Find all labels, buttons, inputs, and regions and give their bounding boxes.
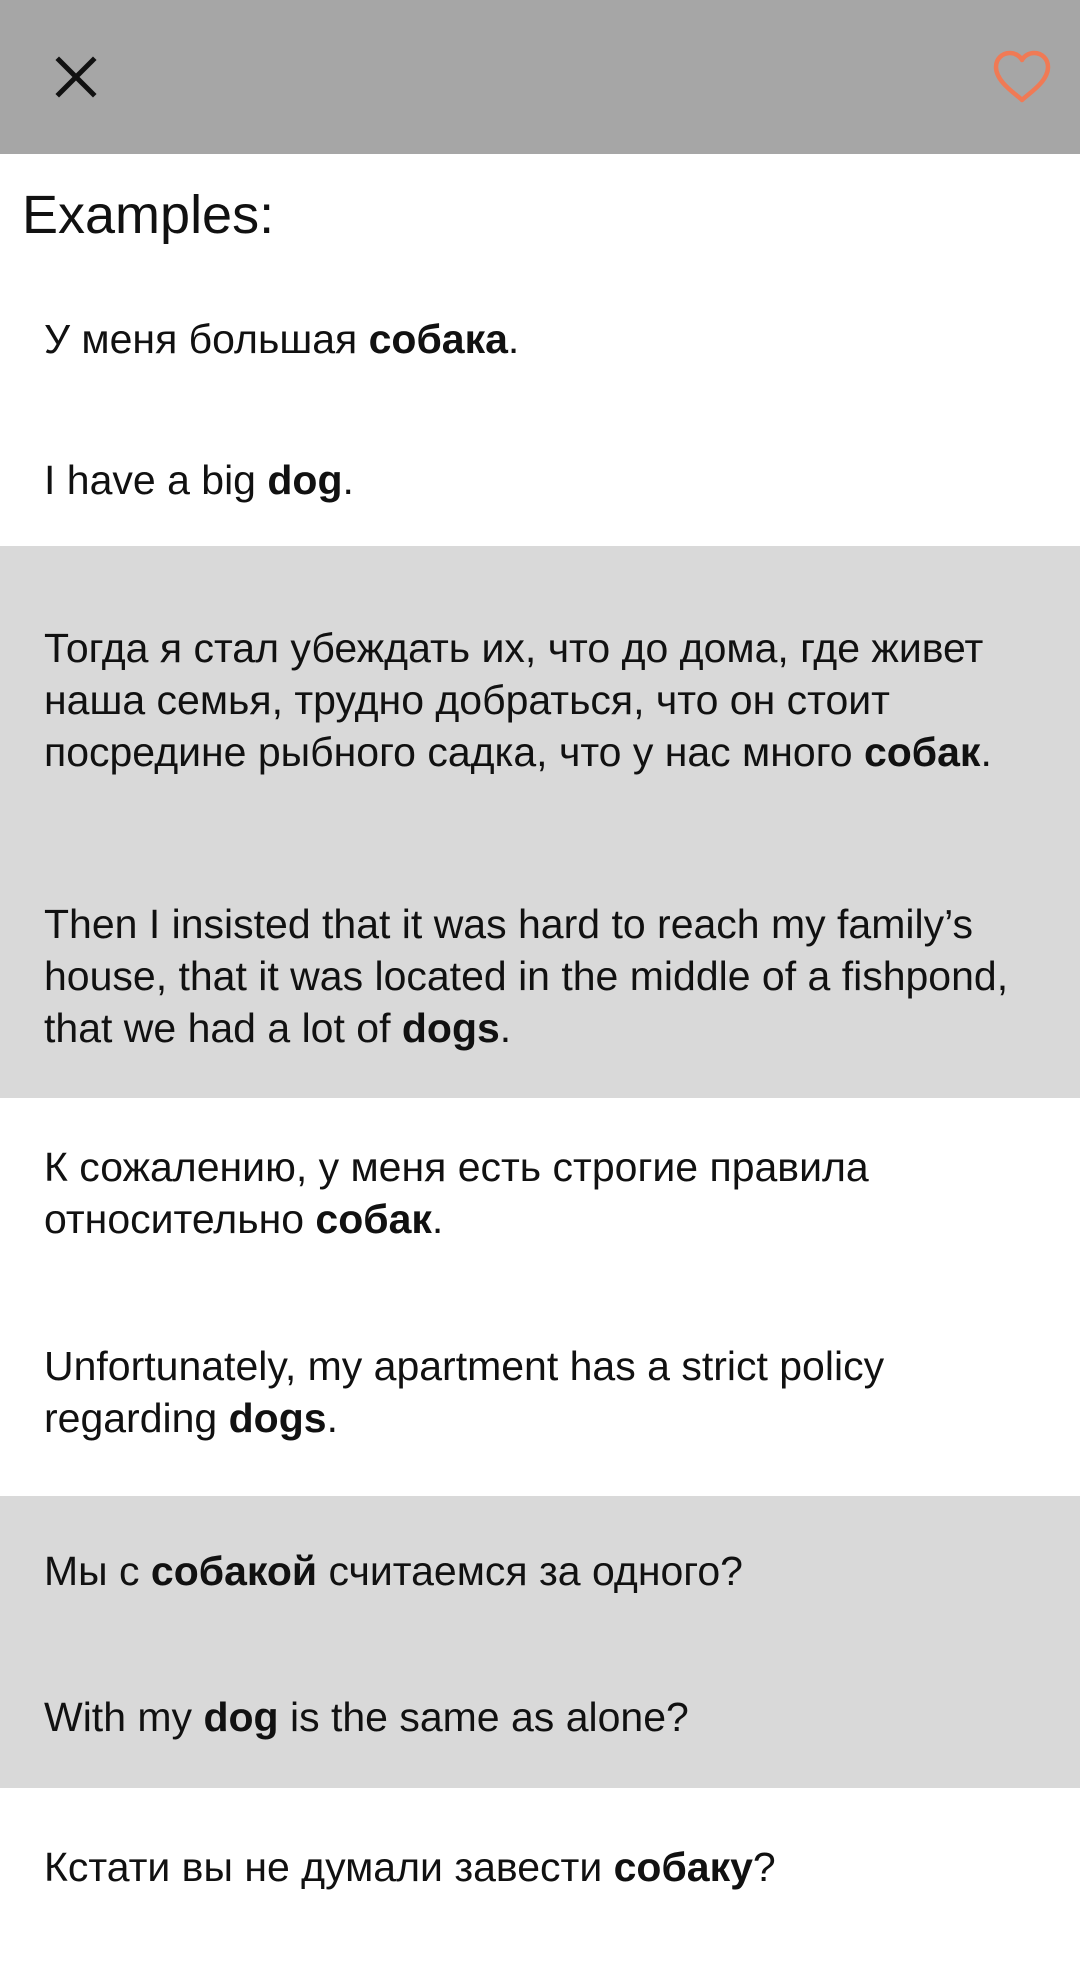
highlighted-word: собакой	[150, 1548, 318, 1594]
sentence-text-post: .	[507, 316, 520, 362]
sentence-text-post: .	[499, 1005, 512, 1051]
examples-heading: Examples:	[22, 185, 275, 245]
sentence-text-post: .	[980, 729, 992, 775]
english-translation[interactable]: Unfortunately, my apartment has a strict…	[0, 1288, 1080, 1496]
sentence-text-post: ?	[752, 1844, 776, 1890]
highlighted-word: dog	[203, 1694, 279, 1740]
highlighted-word: собак	[315, 1196, 432, 1242]
russian-sentence[interactable]: Тогда я стал убеждать их, что до дома, г…	[0, 546, 1080, 854]
favorite-button[interactable]	[974, 29, 1070, 125]
top-app-bar	[0, 0, 1080, 154]
sentence-text-pre: Unfortunately, my apartment has a strict…	[44, 1343, 885, 1441]
highlighted-word: dogs	[401, 1005, 500, 1051]
sentence-text-pre: К сожалению, у меня есть строгие правила…	[44, 1144, 869, 1242]
russian-sentence[interactable]: У меня большая собака.	[0, 264, 1080, 414]
sentence-text: К сожалению, у меня есть строгие правила…	[44, 1141, 1036, 1245]
example-pair: Мы с собакой считаемся за одного? With my…	[0, 1496, 1080, 1788]
sentence-text-post: .	[342, 457, 354, 503]
example-pair: Тогда я стал убеждать их, что до дома, г…	[0, 546, 1080, 1098]
highlighted-word: dog	[267, 457, 343, 503]
highlighted-word: собака	[368, 316, 508, 362]
sentence-text-pre: With my	[44, 1694, 204, 1740]
close-icon	[55, 56, 97, 98]
heart-outline-icon	[993, 50, 1051, 103]
sentence-text-pre: Мы с	[44, 1548, 151, 1594]
sentence-text-post: .	[431, 1196, 444, 1242]
sentence-text: Unfortunately, my apartment has a strict…	[44, 1340, 1036, 1444]
close-button[interactable]	[28, 29, 124, 125]
examples-list: У меня большая собака. I have a big dog. Т…	[0, 264, 1080, 1946]
english-translation[interactable]: Then I insisted that it was hard to reac…	[0, 854, 1080, 1098]
sentence-text-pre: У меня большая	[44, 316, 369, 362]
sentence-text-pre: Then I insisted that it was hard to reac…	[44, 901, 1009, 1051]
sentence-text: With my dog is the same as alone?	[44, 1691, 689, 1743]
sentence-text-post: .	[326, 1395, 338, 1441]
sentence-text-post: считаемся за одного?	[317, 1548, 743, 1594]
russian-sentence[interactable]: Мы с собакой считаемся за одного?	[0, 1496, 1080, 1646]
sentence-text-post: is the same as alone?	[278, 1694, 689, 1740]
highlighted-word: собак	[863, 729, 981, 775]
sentence-text: I have a big dog.	[44, 454, 354, 506]
english-translation[interactable]: I have a big dog.	[0, 414, 1080, 546]
sentence-text-pre: Тогда я стал убеждать их, что до дома, г…	[44, 625, 984, 775]
highlighted-word: dogs	[228, 1395, 327, 1441]
russian-sentence[interactable]: К сожалению, у меня есть строгие правила…	[0, 1098, 1080, 1288]
sentence-text-pre: Кстати вы не думали завести	[44, 1844, 614, 1890]
highlighted-word: собаку	[613, 1844, 753, 1890]
english-translation[interactable]: With my dog is the same as alone?	[0, 1646, 1080, 1788]
sentence-text: Then I insisted that it was hard to reac…	[44, 898, 1036, 1054]
sentence-text: У меня большая собака.	[44, 313, 519, 365]
sentence-text: Кстати вы не думали завести собаку?	[44, 1841, 776, 1893]
sentence-text-pre: I have a big	[44, 457, 268, 503]
example-pair: Кстати вы не думали завести собаку?	[0, 1788, 1080, 1946]
example-pair: У меня большая собака. I have a big dog.	[0, 264, 1080, 546]
russian-sentence[interactable]: Кстати вы не думали завести собаку?	[0, 1788, 1080, 1946]
sentence-text: Мы с собакой считаемся за одного?	[44, 1545, 743, 1597]
sentence-text: Тогда я стал убеждать их, что до дома, г…	[44, 622, 1036, 778]
example-pair: К сожалению, у меня есть строгие правила…	[0, 1098, 1080, 1496]
